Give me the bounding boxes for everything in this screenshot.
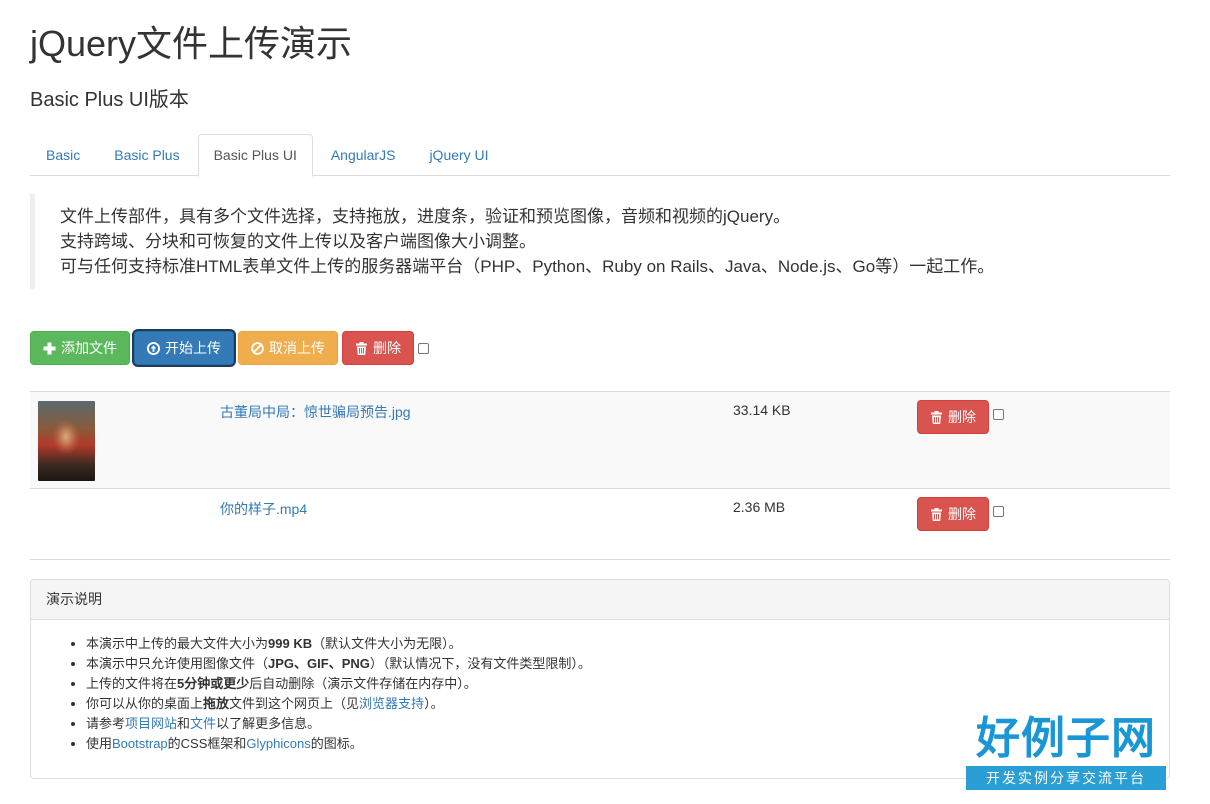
delete-file-button[interactable]: 删除: [917, 497, 989, 531]
file-size: 33.14 KB: [733, 402, 791, 418]
add-files-button[interactable]: 添加文件: [30, 331, 130, 365]
intro-line: 支持跨域、分块和可恢复的文件上传以及客户端图像大小调整。: [60, 232, 536, 251]
plus-icon: [43, 342, 56, 354]
note-text: 以了解更多信息。: [216, 716, 321, 731]
upload-toolbar: 添加文件 开始上传 取消上传 删除: [30, 331, 429, 365]
note-text: 上传的文件将在: [86, 676, 178, 691]
file-size: 2.36 MB: [733, 499, 786, 515]
site-watermark-logo: 好例子网 开发实例分享交流平台: [966, 712, 1166, 796]
note-bold: 5分钟或更少: [177, 676, 250, 691]
note-text: 后自动删除（演示文件存储在内存中）。: [249, 676, 477, 691]
list-item: 你可以从你的桌面上拖放文件到这个网页上（见浏览器支持）。: [86, 694, 1169, 714]
select-all-checkbox[interactable]: [418, 342, 429, 354]
table-row: 你的样子.mp4 2.36 MB 删除: [30, 488, 1170, 560]
start-upload-label: 开始上传: [165, 340, 221, 356]
file-name-link[interactable]: 你的样子.mp4: [220, 499, 307, 519]
cancel-upload-label: 取消上传: [269, 340, 325, 356]
note-text: 本演示中上传的最大文件大小为: [86, 636, 269, 651]
glyphicons-link[interactable]: Glyphicons: [246, 736, 310, 751]
note-text: 的CSS框架和: [167, 736, 247, 751]
list-item: 本演示中上传的最大文件大小为999 KB（默认文件大小为无限）。: [86, 634, 1169, 654]
tab-jquery-ui[interactable]: jQuery UI: [413, 134, 504, 176]
note-bold: 999 KB: [268, 636, 313, 651]
note-text: 使用: [86, 736, 113, 751]
bootstrap-link[interactable]: Bootstrap: [112, 736, 168, 751]
intro-blockquote: 文件上传部件，具有多个文件选择，支持拖放，进度条，验证和预览图像，音频和视频的j…: [30, 194, 1170, 289]
upload-circle-icon: [147, 341, 160, 355]
intro-line: 可与任何支持标准HTML表单文件上传的服务器端平台（PHP、Python、Rub…: [60, 257, 995, 276]
documentation-link[interactable]: 文件: [190, 716, 216, 731]
file-select-checkbox[interactable]: [993, 506, 1004, 517]
note-bold: 拖放: [203, 696, 230, 711]
add-files-label: 添加文件: [61, 340, 117, 356]
file-list: 古董局中局：惊世骗局预告.jpg 33.14 KB 删除 你的样子.mp4 2.…: [30, 391, 1170, 560]
file-name-link[interactable]: 古董局中局：惊世骗局预告.jpg: [220, 402, 411, 422]
note-bold: JPG、GIF、PNG: [268, 656, 370, 671]
file-preview-image[interactable]: [38, 401, 95, 481]
note-text: 文件到这个网页上（见: [229, 696, 360, 711]
page-title: jQuery文件上传演示: [30, 23, 353, 64]
note-text: 你可以从你的桌面上: [86, 696, 204, 711]
cancel-upload-button[interactable]: 取消上传: [238, 331, 338, 365]
ban-circle-icon: [251, 341, 264, 355]
tab-basic[interactable]: Basic: [30, 134, 96, 176]
note-text: ）。: [424, 696, 444, 711]
tab-angularjs[interactable]: AngularJS: [315, 134, 412, 176]
table-row: 古董局中局：惊世骗局预告.jpg 33.14 KB 删除: [30, 391, 1170, 488]
watermark-tagline: 开发实例分享交流平台: [966, 766, 1166, 790]
tab-basic-plus[interactable]: Basic Plus: [98, 134, 195, 176]
browser-support-link[interactable]: 浏览器支持: [359, 696, 424, 711]
file-select-checkbox[interactable]: [993, 409, 1004, 420]
watermark-title: 好例子网: [976, 713, 1156, 764]
trash-icon: [931, 507, 942, 521]
note-text: （默认文件大小为无限）。: [312, 636, 462, 651]
delete-all-button[interactable]: 删除: [342, 331, 414, 365]
nav-tabs: Basic Basic Plus Basic Plus UI AngularJS…: [30, 134, 1170, 177]
note-text: 和: [177, 716, 191, 731]
intro-line: 文件上传部件，具有多个文件选择，支持拖放，进度条，验证和预览图像，音频和视频的j…: [60, 207, 791, 226]
list-item: 上传的文件将在5分钟或更少后自动删除（演示文件存储在内存中）。: [86, 674, 1169, 694]
note-text: 请参考: [86, 716, 126, 731]
project-site-link[interactable]: 项目网站: [125, 716, 177, 731]
note-text: 的图标。: [310, 736, 363, 751]
delete-file-label: 删除: [948, 409, 976, 425]
delete-file-label: 删除: [948, 506, 976, 522]
note-text: ）（默认情况下，没有文件类型限制）。: [369, 656, 591, 671]
list-item: 本演示中只允许使用图像文件（JPG、GIF、PNG）（默认情况下，没有文件类型限…: [86, 654, 1169, 674]
trash-icon: [356, 341, 367, 355]
tab-basic-plus-ui[interactable]: Basic Plus UI: [197, 134, 313, 177]
page-subtitle: Basic Plus UI版本: [30, 89, 189, 111]
trash-icon: [931, 410, 942, 424]
delete-all-label: 删除: [373, 340, 401, 356]
note-text: 本演示中只允许使用图像文件（: [86, 656, 269, 671]
panel-heading: 演示说明: [31, 580, 1169, 620]
start-upload-button[interactable]: 开始上传: [134, 331, 234, 365]
delete-file-button[interactable]: 删除: [917, 400, 989, 434]
